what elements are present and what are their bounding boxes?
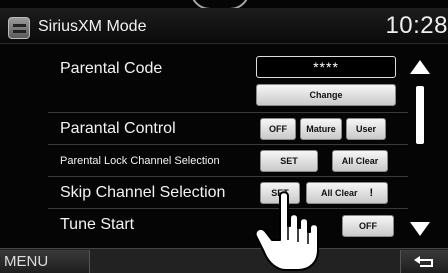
bottom-bar: MENU (0, 248, 448, 273)
parental-code-field[interactable]: **** (256, 56, 396, 78)
parental-control-off-button[interactable]: OFF (260, 118, 296, 140)
row-parental-code-change: Change (38, 82, 410, 112)
row-skip-channel: Skip Channel Selection SET All Clear ! (38, 178, 410, 208)
skip-channel-all-clear-button[interactable]: All Clear ! (306, 182, 388, 204)
scroll-thumb[interactable] (416, 86, 424, 144)
up-arrow-icon[interactable] (408, 58, 432, 76)
tune-start-off-button[interactable]: OFF (342, 215, 394, 237)
skip-channel-marker: ! (369, 187, 374, 199)
tune-start-label: Tune Start (60, 216, 135, 233)
row-parental-code: Parental Code **** (38, 52, 410, 82)
skip-channel-label: Skip Channel Selection (60, 184, 226, 201)
row-tune-start: Tune Start OFF (38, 210, 410, 240)
screen: SiriusXM Mode 10:28 Parental Code **** C… (0, 0, 448, 273)
parental-control-user-button[interactable]: User (346, 118, 386, 140)
skip-channel-all-clear-label: All Clear (321, 188, 358, 198)
parental-lock-all-clear-button[interactable]: All Clear (332, 150, 388, 172)
divider (48, 208, 408, 209)
header-bar: SiriusXM Mode 10:28 (0, 8, 448, 44)
back-button[interactable] (400, 250, 448, 273)
page-title: SiriusXM Mode (38, 18, 147, 35)
siriusxm-icon[interactable] (8, 17, 30, 39)
skip-channel-set-button[interactable]: SET (260, 182, 300, 204)
settings-list: Parental Code **** Change Parantal Contr… (38, 48, 410, 243)
back-icon (413, 255, 433, 267)
parental-lock-label: Parental Lock Channel Selection (60, 155, 220, 167)
divider (48, 112, 408, 113)
divider (48, 176, 408, 177)
row-parental-lock: Parental Lock Channel Selection SET All … (38, 146, 410, 176)
change-button[interactable]: Change (256, 84, 396, 106)
down-arrow-icon[interactable] (408, 220, 432, 238)
parental-lock-set-button[interactable]: SET (260, 150, 318, 172)
parental-control-label: Parantal Control (60, 120, 176, 137)
menu-button[interactable]: MENU (0, 250, 90, 273)
row-parental-control: Parantal Control OFF Mature User (38, 114, 410, 144)
parental-code-label: Parental Code (60, 60, 163, 77)
clock: 10:28 (385, 12, 448, 39)
divider (48, 144, 408, 145)
parental-control-mature-button[interactable]: Mature (300, 118, 342, 140)
